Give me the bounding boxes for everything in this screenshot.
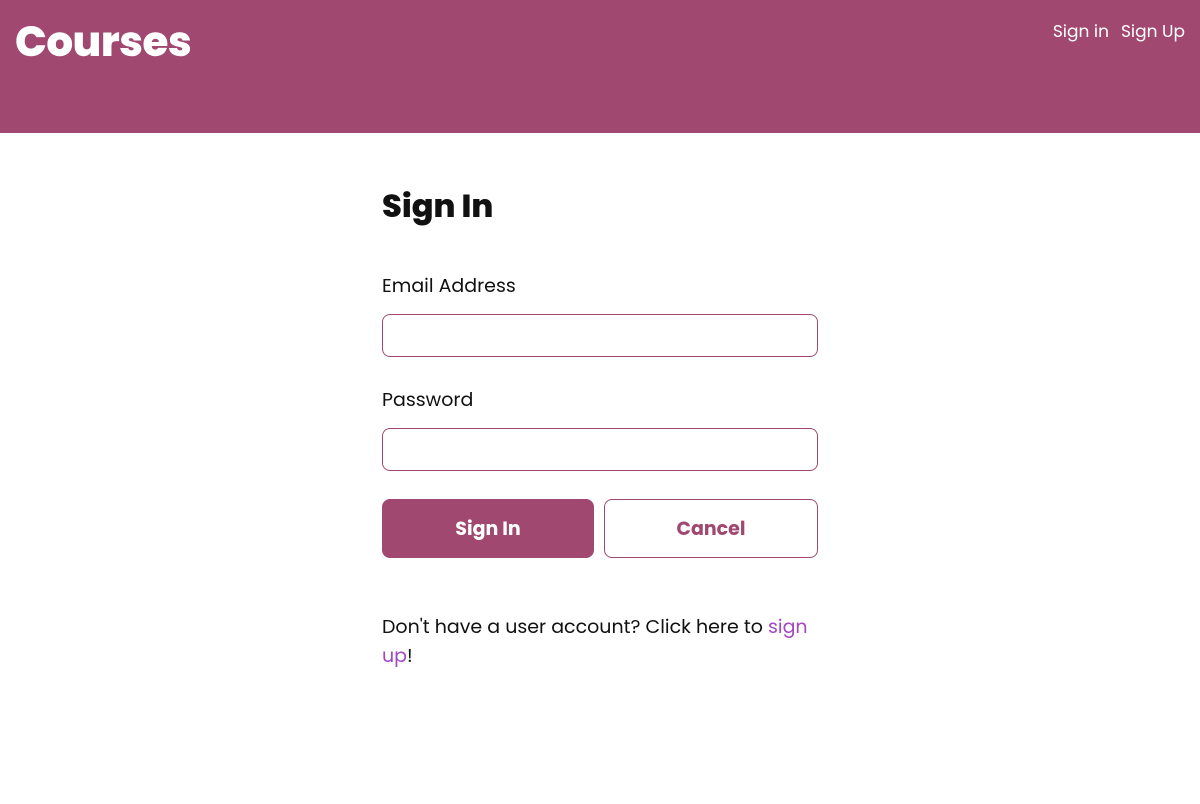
prompt-text-after: ! bbox=[407, 642, 413, 669]
email-group: Email Address bbox=[382, 271, 818, 357]
password-group: Password bbox=[382, 385, 818, 471]
signin-form: Email Address Password Sign In Cancel bbox=[382, 271, 818, 558]
password-label: Password bbox=[382, 385, 818, 414]
prompt-text-before: Don't have a user account? Click here to bbox=[382, 613, 768, 640]
nav-links: Sign in Sign Up bbox=[1053, 10, 1185, 44]
email-label: Email Address bbox=[382, 271, 818, 300]
cancel-button[interactable]: Cancel bbox=[604, 499, 818, 558]
button-row: Sign In Cancel bbox=[382, 499, 818, 558]
header: Courses Sign in Sign Up bbox=[0, 0, 1200, 133]
nav-signin-link[interactable]: Sign in bbox=[1053, 18, 1109, 44]
password-input[interactable] bbox=[382, 428, 818, 471]
page-title: Sign In bbox=[382, 183, 818, 231]
main-content: Sign In Email Address Password Sign In C… bbox=[372, 183, 828, 670]
nav-signup-link[interactable]: Sign Up bbox=[1121, 18, 1185, 44]
email-input[interactable] bbox=[382, 314, 818, 357]
signin-button[interactable]: Sign In bbox=[382, 499, 594, 558]
signup-prompt: Don't have a user account? Click here to… bbox=[382, 613, 818, 670]
logo[interactable]: Courses bbox=[15, 10, 191, 73]
